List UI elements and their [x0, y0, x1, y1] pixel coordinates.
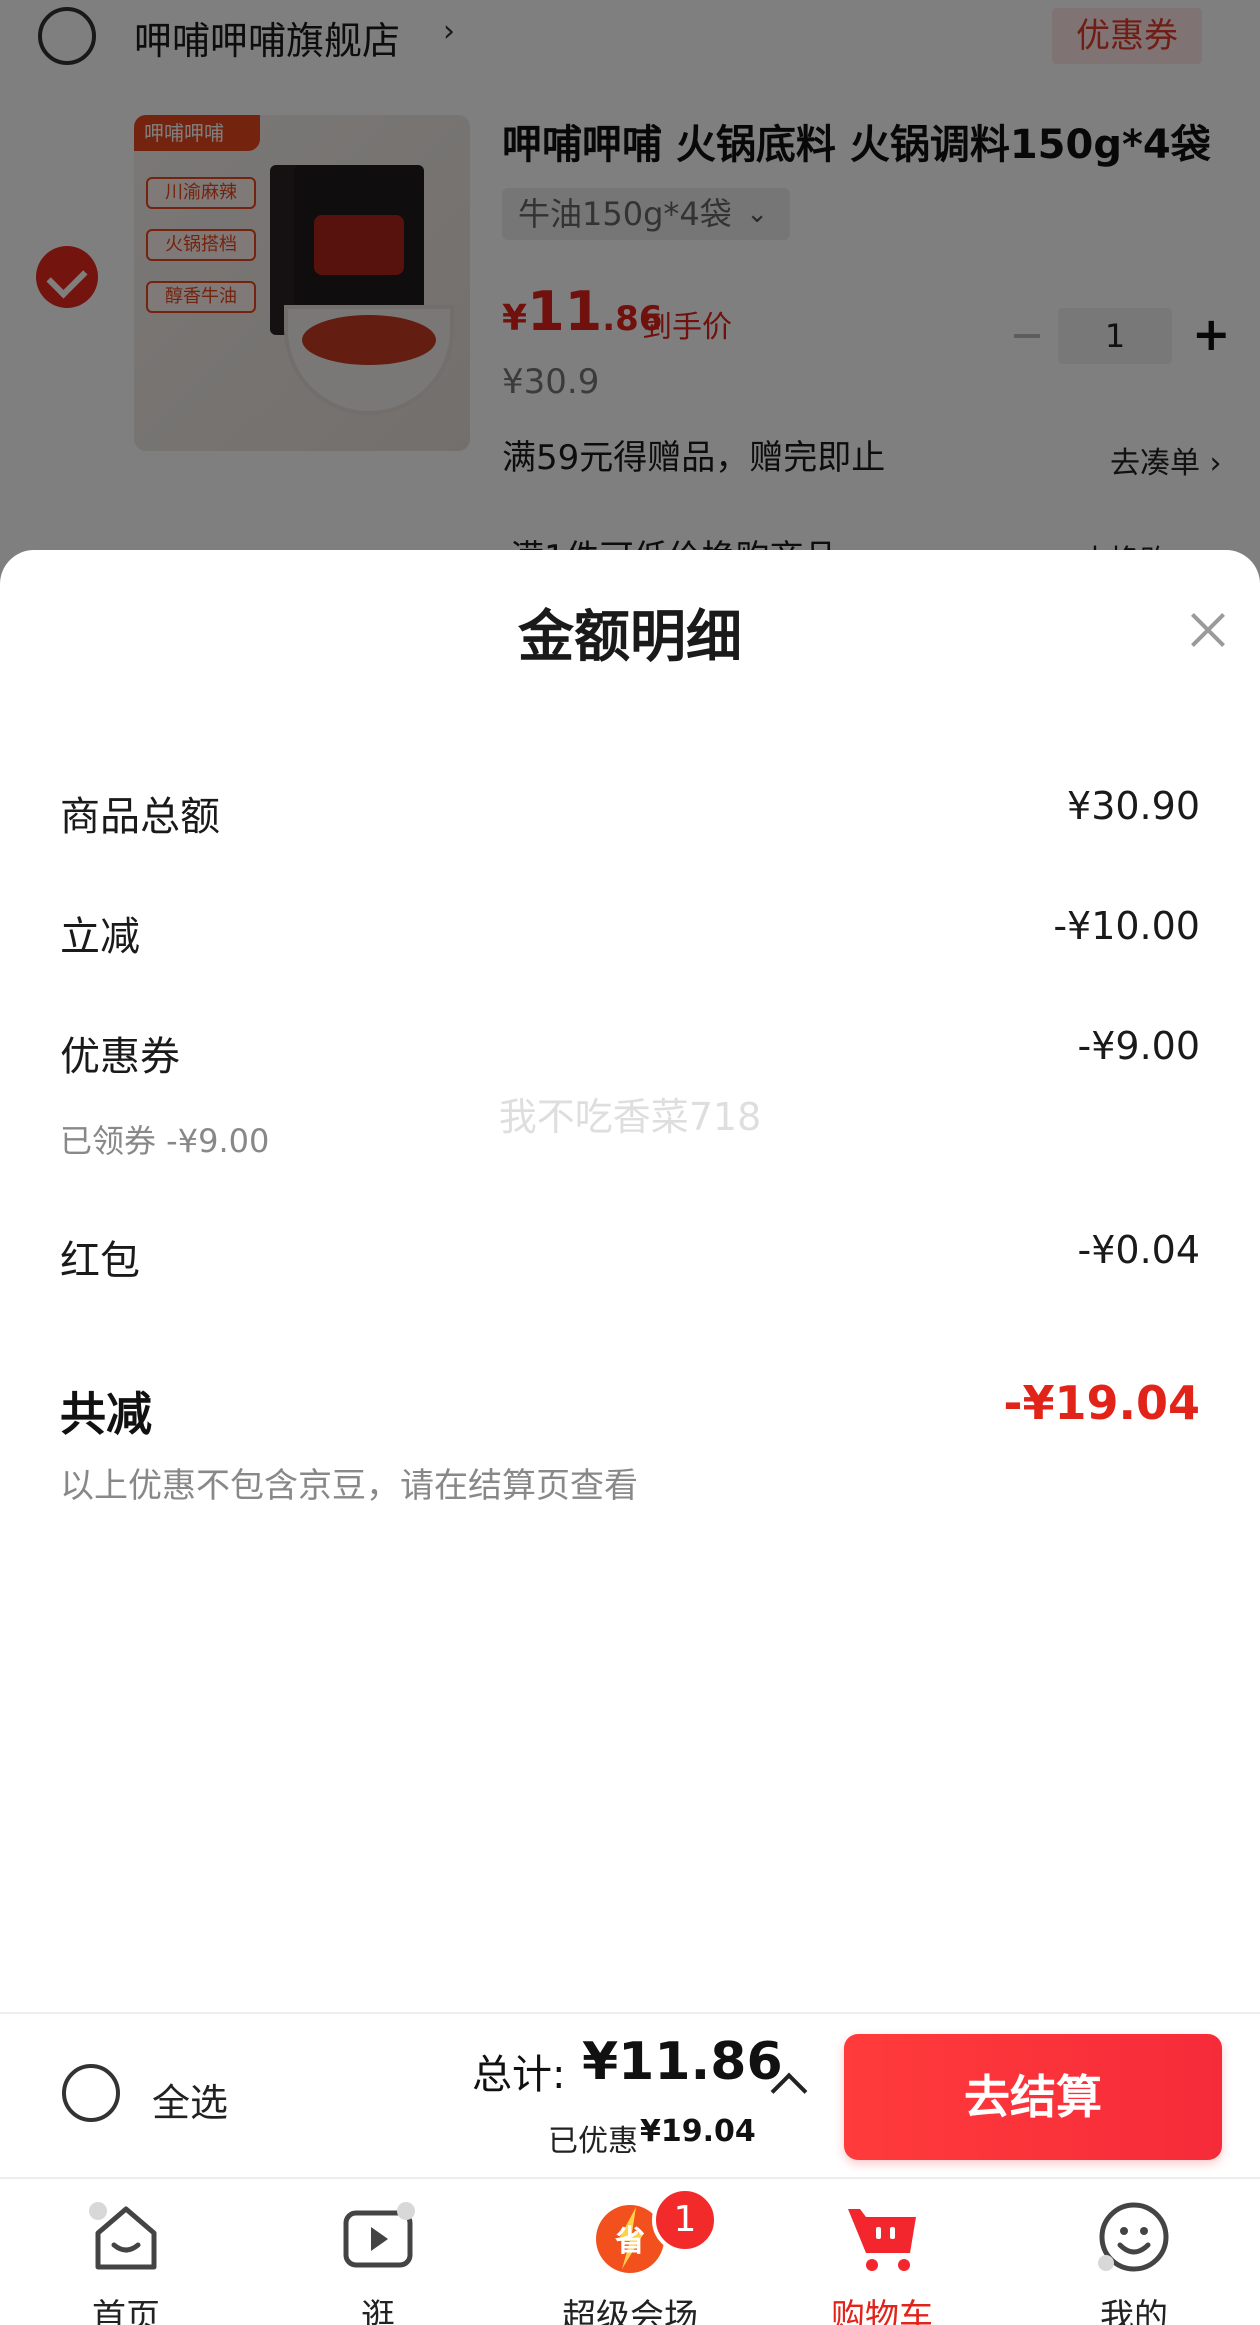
total-prefix: 总计: [472, 2052, 566, 2098]
notification-badge: 1 [652, 2187, 718, 2253]
tab-super-venue[interactable]: 省 1 超级会场 [504, 2179, 756, 2325]
svg-text:省: 省 [615, 2224, 645, 2259]
tab-label: 我的 [1100, 2297, 1168, 2325]
tab-label: 超级会场 [562, 2297, 698, 2325]
row-label-instant-discount: 立减 [60, 914, 140, 960]
row-label-subtotal: 商品总额 [60, 794, 220, 840]
row-label-red-packet: 红包 [60, 1238, 140, 1284]
bottom-tab-bar: 首页 逛 省 1 超级会场 购物车 我的 [0, 2177, 1260, 2325]
tab-label: 逛 [361, 2297, 395, 2325]
row-value-coupon: -¥9.00 [1077, 1024, 1201, 1068]
tab-label: 首页 [92, 2297, 160, 2325]
tab-cart[interactable]: 购物车 [756, 2179, 1008, 2325]
close-icon[interactable] [1188, 610, 1228, 650]
total-discount-value: -¥19.04 [1003, 1376, 1200, 1430]
cart-icon [848, 2209, 916, 2271]
discount-note: 以上优惠不包含京豆，请在结算页查看 [60, 1466, 638, 1506]
profile-icon [1098, 2202, 1169, 2272]
row-value-instant-discount: -¥10.00 [1053, 904, 1200, 948]
saved-amount: ¥19.04 [640, 2114, 756, 2149]
checkout-bar: 全选 总计: ¥11.86 已优惠 ¥19.04 去结算 [0, 2012, 1260, 2177]
select-all-radio[interactable] [62, 2064, 120, 2122]
sheet-title: 金额明细 [518, 605, 742, 670]
total-amount: ¥11.86 [582, 2032, 783, 2092]
row-value-subtotal: ¥30.90 [1067, 784, 1200, 828]
tab-label: 购物车 [831, 2297, 933, 2325]
watermark: 我不吃香菜718 [498, 1095, 762, 1139]
row-value-red-packet: -¥0.04 [1077, 1228, 1201, 1272]
home-icon [89, 2202, 157, 2270]
total-discount-label: 共减 [60, 1387, 152, 1441]
tab-browse[interactable]: 逛 [252, 2179, 504, 2325]
checkout-button[interactable]: 去结算 [844, 2034, 1222, 2160]
select-all-label[interactable]: 全选 [152, 2072, 228, 2127]
tab-profile[interactable]: 我的 [1008, 2179, 1260, 2325]
saved-prefix: 已优惠 [548, 2124, 638, 2159]
video-icon [343, 2202, 415, 2268]
row-label-coupon: 优惠券 [60, 1034, 180, 1080]
tab-home[interactable]: 首页 [0, 2179, 252, 2325]
